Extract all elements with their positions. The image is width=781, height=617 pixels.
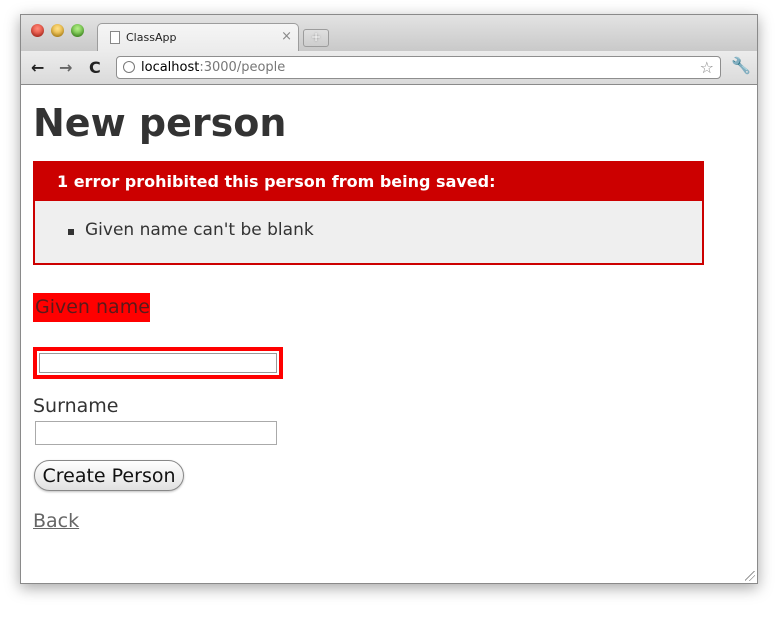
- back-link[interactable]: Back: [33, 510, 79, 532]
- given-name-label: Given name: [33, 293, 150, 322]
- reload-icon[interactable]: C: [89, 58, 101, 77]
- title-bar: ClassApp × +: [21, 15, 757, 51]
- surname-input[interactable]: [35, 421, 277, 445]
- browser-window: ClassApp × + ← → C localhost:3000/people…: [20, 14, 758, 584]
- page-title: New person: [33, 101, 287, 145]
- error-explanation: 1 error prohibited this person from bein…: [33, 161, 704, 265]
- forward-arrow-icon[interactable]: →: [59, 58, 72, 77]
- back-arrow-icon[interactable]: ←: [31, 58, 44, 77]
- minimize-window-button[interactable]: [51, 24, 64, 37]
- browser-tab[interactable]: ClassApp ×: [97, 23, 299, 51]
- tab-title: ClassApp: [126, 31, 177, 44]
- surname-label: Surname: [33, 395, 119, 417]
- globe-icon: [123, 61, 135, 73]
- resize-grip[interactable]: [745, 571, 755, 581]
- page-icon: [110, 31, 120, 44]
- address-bar[interactable]: localhost:3000/people ☆: [116, 56, 721, 79]
- tab-close-icon[interactable]: ×: [281, 29, 292, 44]
- toolbar: ← → C localhost:3000/people ☆ 🔧: [21, 51, 757, 85]
- create-person-button[interactable]: Create Person: [34, 460, 184, 491]
- bookmark-star-icon[interactable]: ☆: [700, 58, 714, 77]
- given-name-input[interactable]: [39, 353, 277, 373]
- page-content: New person 1 error prohibited this perso…: [21, 85, 757, 583]
- new-tab-button[interactable]: +: [303, 29, 329, 47]
- error-header: 1 error prohibited this person from bein…: [35, 163, 702, 201]
- close-window-button[interactable]: [31, 24, 44, 37]
- zoom-window-button[interactable]: [71, 24, 84, 37]
- url-text[interactable]: localhost:3000/people: [141, 60, 285, 75]
- wrench-icon[interactable]: 🔧: [731, 56, 751, 75]
- given-name-field-error-wrapper: [33, 347, 283, 379]
- error-message: Given name can't be blank: [68, 220, 314, 240]
